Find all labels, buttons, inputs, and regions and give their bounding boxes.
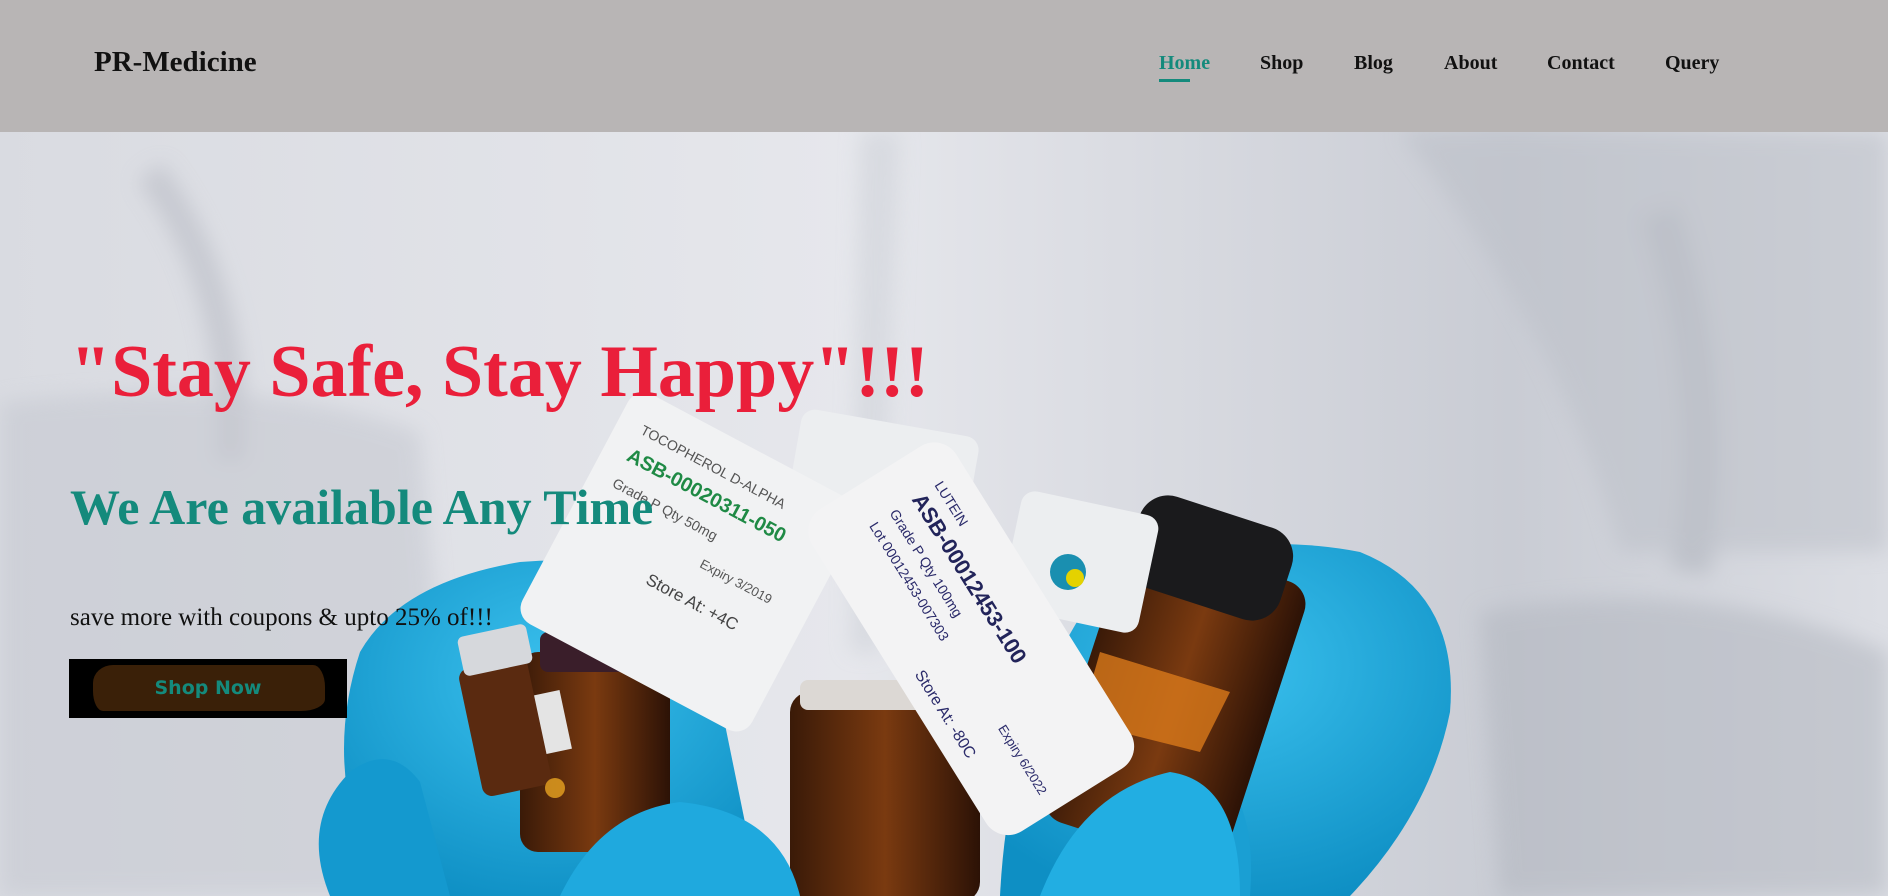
hero-banner: TOCOPHEROL D-ALPHA ASB-00020311-050 Grad… <box>0 132 1888 896</box>
shop-now-button[interactable]: Shop Now <box>69 659 347 718</box>
shop-now-label: Shop Now <box>154 677 262 699</box>
hero-tagline: save more with coupons & upto 25% of!!! <box>70 604 493 631</box>
nav-home-label: Home <box>1159 52 1211 74</box>
nav-home[interactable]: Home <box>1159 52 1211 82</box>
nav-shop[interactable]: Shop <box>1260 52 1303 75</box>
nav-query[interactable]: Query <box>1665 52 1719 75</box>
hero-headline: "Stay Safe, Stay Happy"!!! <box>70 331 930 413</box>
nav-contact-label: Contact <box>1547 52 1615 74</box>
nav-blog[interactable]: Blog <box>1354 52 1393 75</box>
nav-shop-label: Shop <box>1260 52 1304 74</box>
nav-query-label: Query <box>1665 52 1720 74</box>
nav-blog-label: Blog <box>1354 52 1393 74</box>
nav-about[interactable]: About <box>1444 52 1497 75</box>
hero-subheadline: We Are available Any Time <box>70 479 654 535</box>
nav-active-underline <box>1159 79 1190 82</box>
site-header: PR-Medicine Home Shop Blog About Contact… <box>0 0 1888 132</box>
nav-about-label: About <box>1444 52 1498 74</box>
main-nav: Home Shop Blog About Contact Query <box>0 52 1888 92</box>
nav-contact[interactable]: Contact <box>1547 52 1615 75</box>
